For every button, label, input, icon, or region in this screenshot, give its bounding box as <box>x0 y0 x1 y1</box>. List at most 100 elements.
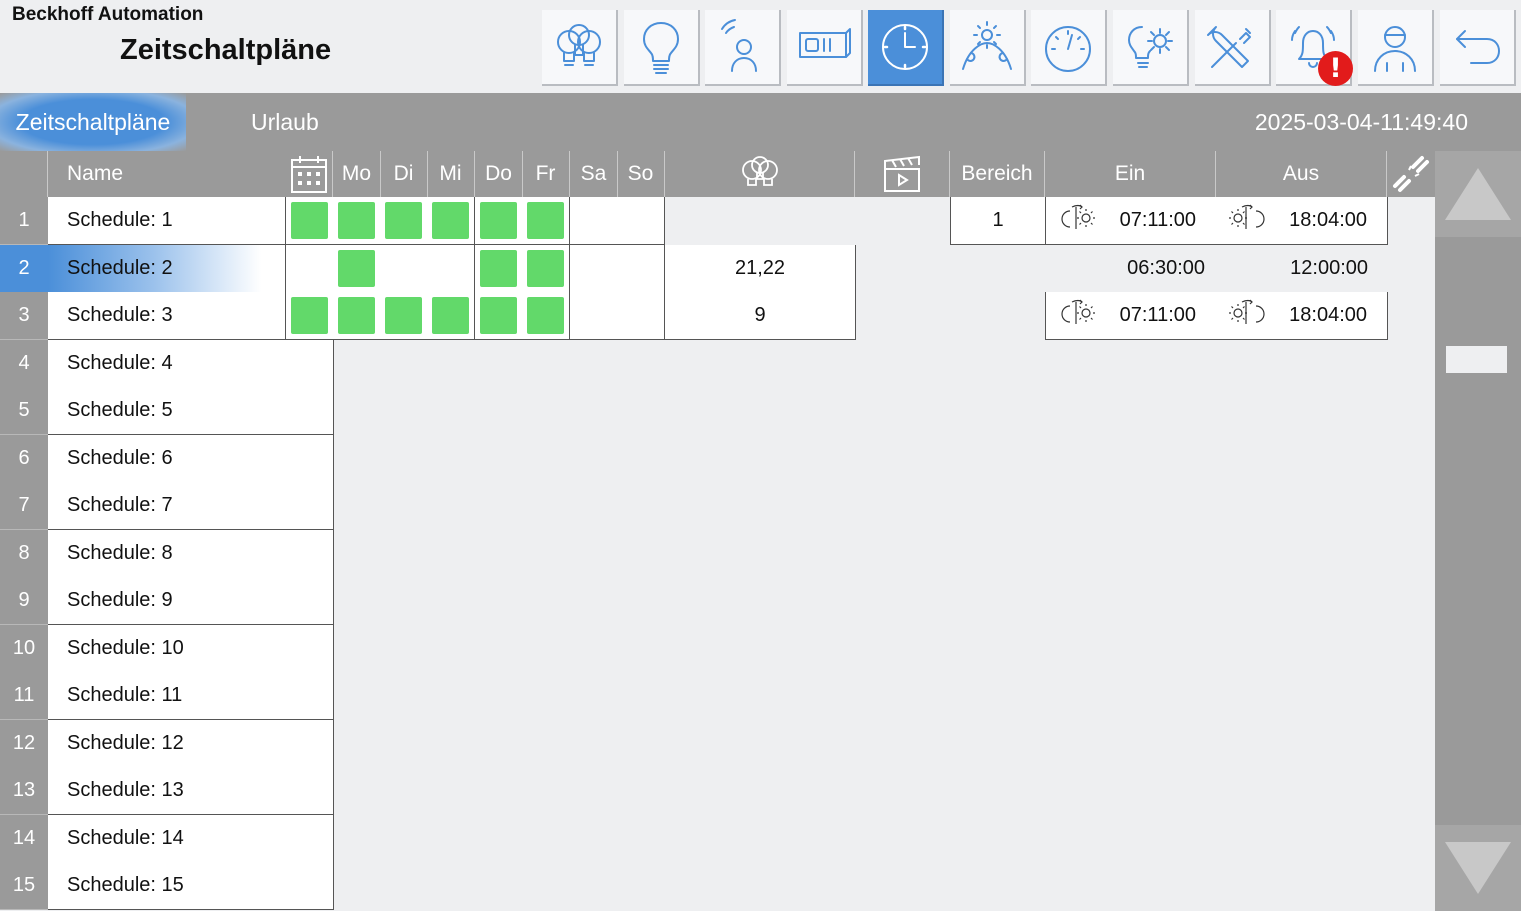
day-cell-mi[interactable] <box>427 244 475 293</box>
scroll-thumb[interactable] <box>1446 346 1507 373</box>
day-cell-mi[interactable] <box>427 197 475 245</box>
day-cell-so[interactable] <box>617 197 665 245</box>
scroll-up-button[interactable] <box>1435 151 1521 237</box>
day-cell-fr[interactable] <box>522 244 570 293</box>
day-active-indicator <box>480 202 517 239</box>
lights-cell[interactable]: 21,22 <box>665 244 856 293</box>
sunset-astro-icon <box>1228 203 1278 239</box>
header-off: Aus <box>1216 151 1387 197</box>
page-title: Zeitschaltpläne <box>120 34 332 66</box>
on-time-cell[interactable]: 07:11:00 <box>1045 292 1217 340</box>
nav-schedules-button[interactable] <box>868 10 944 86</box>
nav-back-button[interactable] <box>1440 10 1516 86</box>
row-number[interactable]: 6 <box>0 434 48 483</box>
day-cell-mo[interactable] <box>333 292 381 340</box>
gauge-icon <box>1038 17 1098 77</box>
day-cell-do[interactable] <box>475 244 523 293</box>
range-cell[interactable]: 1 <box>950 197 1046 245</box>
off-time-cell[interactable]: 12:00:00 <box>1216 245 1388 293</box>
row-number[interactable]: 15 <box>0 862 48 910</box>
nav-gauge-button[interactable] <box>1031 10 1107 86</box>
nav-presence-button[interactable] <box>705 10 781 86</box>
tab-schedules[interactable]: Zeitschaltpläne <box>0 93 186 151</box>
row-number[interactable]: 8 <box>0 529 48 578</box>
row-number[interactable]: 13 <box>0 767 48 815</box>
calendar-enable-cell[interactable] <box>286 197 334 245</box>
schedule-name[interactable]: Schedule: 8 <box>48 529 334 578</box>
on-time-cell[interactable]: 07:11:00 <box>1045 197 1217 245</box>
schedule-name[interactable]: Schedule: 6 <box>48 434 334 483</box>
day-cell-sa[interactable] <box>570 197 618 245</box>
on-time: 06:30:00 <box>1045 257 1217 280</box>
schedule-name[interactable]: Schedule: 13 <box>48 767 334 815</box>
scrollbar[interactable] <box>1435 151 1521 911</box>
schedule-name[interactable]: Schedule: 5 <box>48 387 334 435</box>
row-number[interactable]: 3 <box>0 292 48 340</box>
nav-sunblind-button[interactable] <box>787 10 863 86</box>
schedule-name[interactable]: Schedule: 3 <box>48 292 286 340</box>
nav-astro-button[interactable] <box>950 10 1026 86</box>
day-cell-di[interactable] <box>380 197 428 245</box>
schedule-name[interactable]: Schedule: 9 <box>48 577 334 625</box>
bulbs-group-icon <box>665 151 855 197</box>
nav-lighting-groups-button[interactable] <box>542 10 618 86</box>
day-cell-mo[interactable] <box>333 244 381 293</box>
off-time: 18:04:00 <box>1216 298 1387 334</box>
row-number[interactable]: 1 <box>0 197 48 245</box>
day-active-indicator <box>338 297 375 334</box>
schedule-name[interactable]: Schedule: 1 <box>48 197 286 245</box>
day-cell-fr[interactable] <box>522 292 570 340</box>
day-cell-mo[interactable] <box>333 197 381 245</box>
off-time: 18:04:00 <box>1216 203 1387 239</box>
row-number[interactable]: 12 <box>0 719 48 768</box>
off-time-cell[interactable]: 18:04:00 <box>1216 197 1388 245</box>
nav-light-settings-button[interactable] <box>1113 10 1189 86</box>
row-number[interactable]: 7 <box>0 482 48 530</box>
row-number[interactable]: 11 <box>0 672 48 720</box>
day-cell-sa[interactable] <box>570 292 618 340</box>
day-active-indicator <box>432 297 469 334</box>
day-cell-sa[interactable] <box>570 244 618 293</box>
off-time-cell[interactable]: 18:04:00 <box>1216 292 1388 340</box>
day-cell-mi[interactable] <box>427 292 475 340</box>
sun-moon-arc-icon <box>957 17 1017 77</box>
tools-icon <box>1202 17 1262 77</box>
day-cell-so[interactable] <box>617 292 665 340</box>
broken-link-icon[interactable] <box>1387 151 1435 197</box>
calendar-enable-cell[interactable] <box>286 292 334 340</box>
day-cell-fr[interactable] <box>522 197 570 245</box>
calendar-active-indicator <box>291 202 328 239</box>
row-number[interactable]: 5 <box>0 387 48 435</box>
lights-cell[interactable]: 9 <box>665 292 856 340</box>
row-number[interactable]: 2 <box>0 244 48 293</box>
nav-lighting-button[interactable] <box>624 10 700 86</box>
on-time-cell[interactable]: 06:30:00 <box>1045 245 1217 293</box>
sunrise-astro-icon <box>1058 298 1108 334</box>
schedule-name[interactable]: Schedule: 7 <box>48 482 334 530</box>
row-number[interactable]: 9 <box>0 577 48 625</box>
schedule-name[interactable]: Schedule: 12 <box>48 719 334 768</box>
schedule-name[interactable]: Schedule: 14 <box>48 814 334 863</box>
tab-holidays[interactable]: Urlaub <box>251 93 319 151</box>
datetime-display: 2025-03-04-11:49:40 <box>1254 108 1468 135</box>
schedule-name[interactable]: Schedule: 11 <box>48 672 334 720</box>
on-time: 07:11:00 <box>1046 298 1216 334</box>
schedule-name[interactable]: Schedule: 10 <box>48 624 334 673</box>
day-cell-do[interactable] <box>475 197 523 245</box>
on-time-value: 07:11:00 <box>1119 304 1196 326</box>
nav-user-button[interactable] <box>1358 10 1434 86</box>
schedule-name[interactable]: Schedule: 2 <box>48 244 286 293</box>
schedule-name[interactable]: Schedule: 15 <box>48 862 334 910</box>
day-cell-di[interactable] <box>380 244 428 293</box>
row-number[interactable]: 14 <box>0 814 48 863</box>
day-cell-do[interactable] <box>475 292 523 340</box>
nav-tools-button[interactable] <box>1195 10 1271 86</box>
row-number[interactable]: 4 <box>0 339 48 388</box>
day-cell-di[interactable] <box>380 292 428 340</box>
day-active-indicator <box>480 297 517 334</box>
day-cell-so[interactable] <box>617 244 665 293</box>
row-number[interactable]: 10 <box>0 624 48 673</box>
calendar-enable-cell[interactable] <box>286 244 334 293</box>
schedule-name[interactable]: Schedule: 4 <box>48 339 334 388</box>
scroll-down-button[interactable] <box>1435 825 1521 911</box>
